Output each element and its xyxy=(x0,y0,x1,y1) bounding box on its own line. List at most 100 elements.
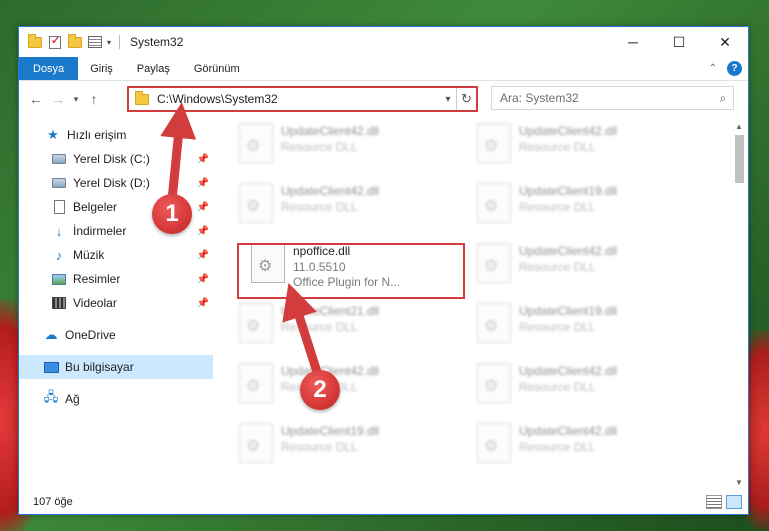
item-count: 107 öğe xyxy=(33,496,73,508)
recent-locations-dropdown[interactable]: ▾ xyxy=(69,87,83,111)
view-properties-icon[interactable] xyxy=(87,34,103,50)
pin-icon[interactable]: 📌 xyxy=(197,250,209,261)
address-dropdown-icon[interactable]: ▾ xyxy=(440,94,456,105)
sidebar-item-local-disk-c[interactable]: Yerel Disk (C:) 📌 xyxy=(19,147,213,171)
dll-file-icon xyxy=(477,123,511,163)
file-tile[interactable]: UpdateClient19.dll Resource DLL xyxy=(469,179,689,227)
sidebar-item-music[interactable]: ♪ Müzik 📌 xyxy=(19,243,213,267)
file-tile[interactable]: UpdateClient42.dllResource DLL xyxy=(469,419,689,467)
address-path[interactable]: C:\Windows\System32 xyxy=(157,92,440,106)
collapse-ribbon-icon[interactable]: ⌃ xyxy=(709,63,717,74)
file-type: Resource DLL xyxy=(281,320,358,334)
drive-icon xyxy=(51,151,67,167)
tab-view[interactable]: Görünüm xyxy=(182,57,252,80)
scroll-thumb[interactable] xyxy=(735,135,744,183)
pin-icon[interactable]: 📌 xyxy=(197,178,209,189)
sidebar-item-label: Videolar xyxy=(73,296,117,310)
minimize-button[interactable]: ─ xyxy=(610,27,656,57)
file-tile[interactable]: UpdateClient42.dll Resource DLL xyxy=(469,119,689,167)
forward-arrow-icon[interactable]: → xyxy=(47,87,69,111)
sidebar-item-network[interactable]: 🖧 Ağ xyxy=(19,387,213,411)
file-tile[interactable]: UpdateClient42.dllResource DLL xyxy=(231,359,451,407)
music-icon: ♪ xyxy=(55,247,63,263)
sidebar-item-label: Hızlı erişim xyxy=(67,128,127,142)
sidebar-item-label: Belgeler xyxy=(73,200,118,214)
pin-icon[interactable]: 📌 xyxy=(197,298,209,309)
sidebar-item-quick-access[interactable]: ★ Hızlı erişim xyxy=(19,123,213,147)
file-tile[interactable]: UpdateClient21.dll Resource DLL xyxy=(231,299,451,347)
customize-toolbar-dropdown[interactable]: ▾ xyxy=(107,38,111,47)
sidebar-item-onedrive[interactable]: ☁ OneDrive xyxy=(19,323,213,347)
navigation-bar: ← → ▾ ↑ C:\Windows\System32 ▾ ↻ ⌕ xyxy=(19,83,748,115)
sidebar-item-local-disk-d[interactable]: Yerel Disk (D:) 📌 xyxy=(19,171,213,195)
file-name: UpdateClient42.dll xyxy=(519,244,618,258)
scroll-up-icon[interactable]: ▲ xyxy=(732,119,746,133)
large-icons-view-icon[interactable] xyxy=(726,495,742,509)
tab-share[interactable]: Paylaş xyxy=(125,57,182,80)
ribbon-tabs: Dosya Giriş Paylaş Görünüm ⌃ ? xyxy=(19,57,748,81)
sidebar-item-label: Ağ xyxy=(65,392,80,406)
dll-file-icon xyxy=(477,243,511,283)
status-bar: 107 öğe xyxy=(19,490,748,514)
videos-icon xyxy=(51,295,67,311)
sidebar-item-label: Müzik xyxy=(73,248,105,262)
pin-icon[interactable]: 📌 xyxy=(197,154,209,165)
close-button[interactable]: ✕ xyxy=(702,27,748,57)
tab-home[interactable]: Giriş xyxy=(78,57,125,80)
tab-file[interactable]: Dosya xyxy=(19,57,79,80)
pin-icon[interactable]: 📌 xyxy=(197,226,209,237)
back-arrow-icon[interactable]: ← xyxy=(25,87,47,111)
ribbon-right-controls: ⌃ ? xyxy=(709,61,742,76)
vertical-scrollbar[interactable]: ▲ ▼ xyxy=(732,119,746,489)
step-2-badge: 2 xyxy=(300,370,340,410)
file-name: UpdateClient42.dll xyxy=(281,184,380,198)
address-bar[interactable]: C:\Windows\System32 ▾ ↻ xyxy=(127,86,478,112)
file-tile[interactable]: UpdateClient42.dllResource DLL xyxy=(231,179,451,227)
cloud-icon: ☁ xyxy=(44,327,58,342)
properties-check-icon[interactable] xyxy=(47,34,63,50)
sidebar-item-this-pc[interactable]: Bu bilgisayar xyxy=(19,355,213,379)
refresh-icon[interactable]: ↻ xyxy=(456,88,476,110)
dll-file-icon xyxy=(239,123,273,163)
folder-icon xyxy=(135,90,149,105)
dll-file-icon xyxy=(477,423,511,463)
new-folder-icon[interactable] xyxy=(67,33,83,50)
file-type: Resource DLL xyxy=(519,260,596,274)
sidebar-item-label: Yerel Disk (C:) xyxy=(73,152,150,166)
file-tile[interactable]: UpdateClient19.dll Resource DLL xyxy=(231,419,451,467)
file-name: UpdateClient21.dll xyxy=(281,304,380,318)
network-icon: 🖧 xyxy=(43,389,59,404)
search-input[interactable] xyxy=(492,88,713,108)
scroll-down-icon[interactable]: ▼ xyxy=(732,475,746,489)
dll-file-icon xyxy=(477,303,511,343)
maximize-button[interactable]: ☐ xyxy=(656,27,702,57)
star-icon: ★ xyxy=(47,127,59,142)
file-type: Resource DLL xyxy=(281,440,358,454)
file-type: Resource DLL xyxy=(519,380,596,394)
up-arrow-icon[interactable]: ↑ xyxy=(83,87,105,111)
help-icon[interactable]: ? xyxy=(727,61,742,76)
search-icon[interactable]: ⌕ xyxy=(713,91,733,106)
file-name: UpdateClient42.dll xyxy=(519,424,618,438)
dll-file-icon xyxy=(477,363,511,403)
npoffice-highlight-box xyxy=(237,243,465,299)
file-tile[interactable]: UpdateClient19.dll Resource DLL xyxy=(469,299,689,347)
pin-icon[interactable]: 📌 xyxy=(197,274,209,285)
sidebar-item-videos[interactable]: Videolar 📌 xyxy=(19,291,213,315)
file-tile[interactable]: UpdateClient42.dllResource DLL xyxy=(231,119,451,167)
pin-icon[interactable]: 📌 xyxy=(197,202,209,213)
search-box[interactable]: ⌕ xyxy=(491,86,734,110)
sidebar-item-pictures[interactable]: Resimler 📌 xyxy=(19,267,213,291)
file-tile[interactable]: UpdateClient42.dll Resource DLL xyxy=(469,239,689,287)
file-type: Resource DLL xyxy=(519,140,596,154)
sidebar-item-label: Resimler xyxy=(73,272,121,286)
title-bar: ▾ System32 ─ ☐ ✕ xyxy=(19,27,748,57)
dll-file-icon xyxy=(239,183,273,223)
file-name: UpdateClient42.dll xyxy=(519,124,618,138)
sidebar-item-label: İndirmeler xyxy=(73,224,127,238)
details-view-icon[interactable] xyxy=(706,495,722,509)
drive-icon xyxy=(51,175,67,191)
file-tile[interactable]: UpdateClient42.dllResource DLL xyxy=(469,359,689,407)
folder-icon[interactable] xyxy=(27,33,43,50)
view-toggle xyxy=(706,495,742,509)
